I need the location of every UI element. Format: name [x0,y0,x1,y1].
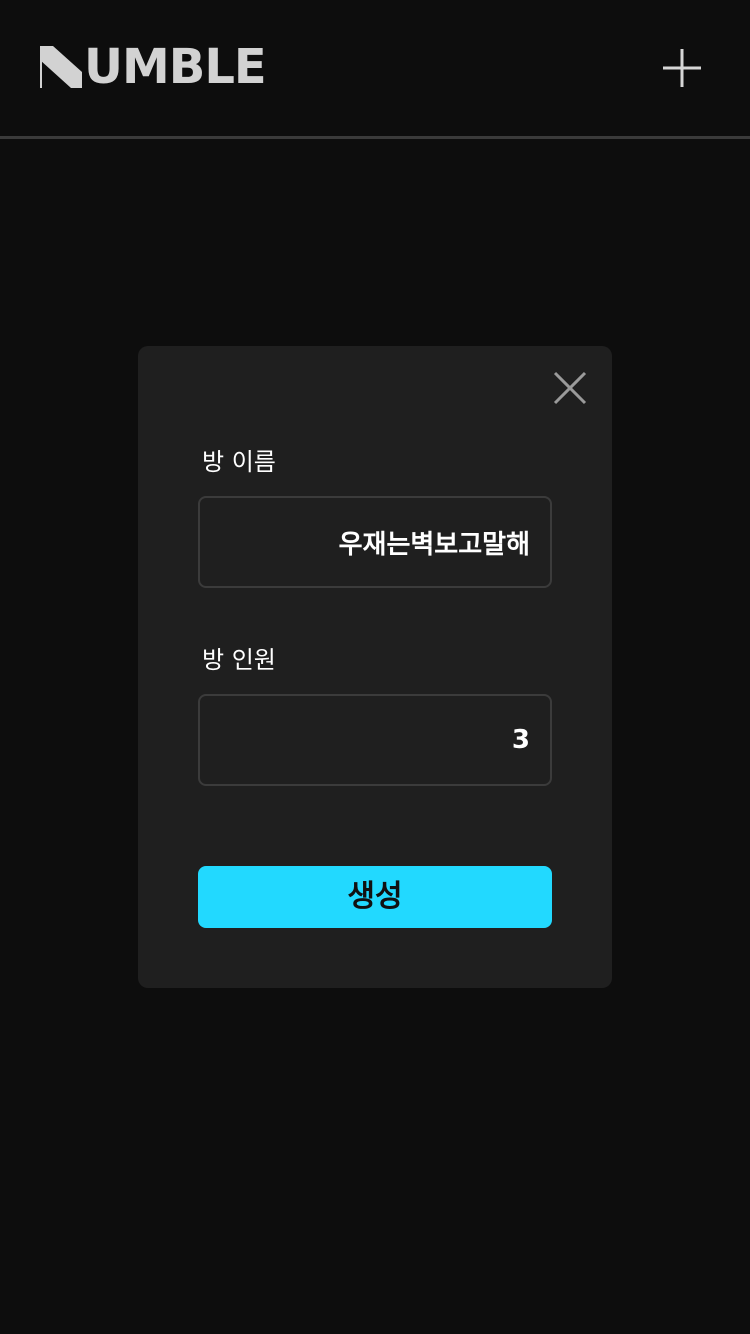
create-room-modal: 방 이름 방 인원 생성 [138,346,612,988]
room-count-input[interactable] [198,694,552,786]
add-room-button[interactable] [660,46,704,90]
close-icon [553,371,587,405]
app-header: UMBLE [0,0,750,136]
room-name-label: 방 이름 [202,448,276,476]
plus-icon [663,49,701,87]
logo-mark-icon [40,46,82,88]
header-divider [0,136,750,139]
room-count-label: 방 인원 [202,646,276,674]
close-button[interactable] [552,370,588,406]
create-button[interactable]: 생성 [198,866,552,928]
room-name-input[interactable] [198,496,552,588]
logo-text: UMBLE [84,39,267,95]
app-logo[interactable]: UMBLE [40,39,267,95]
